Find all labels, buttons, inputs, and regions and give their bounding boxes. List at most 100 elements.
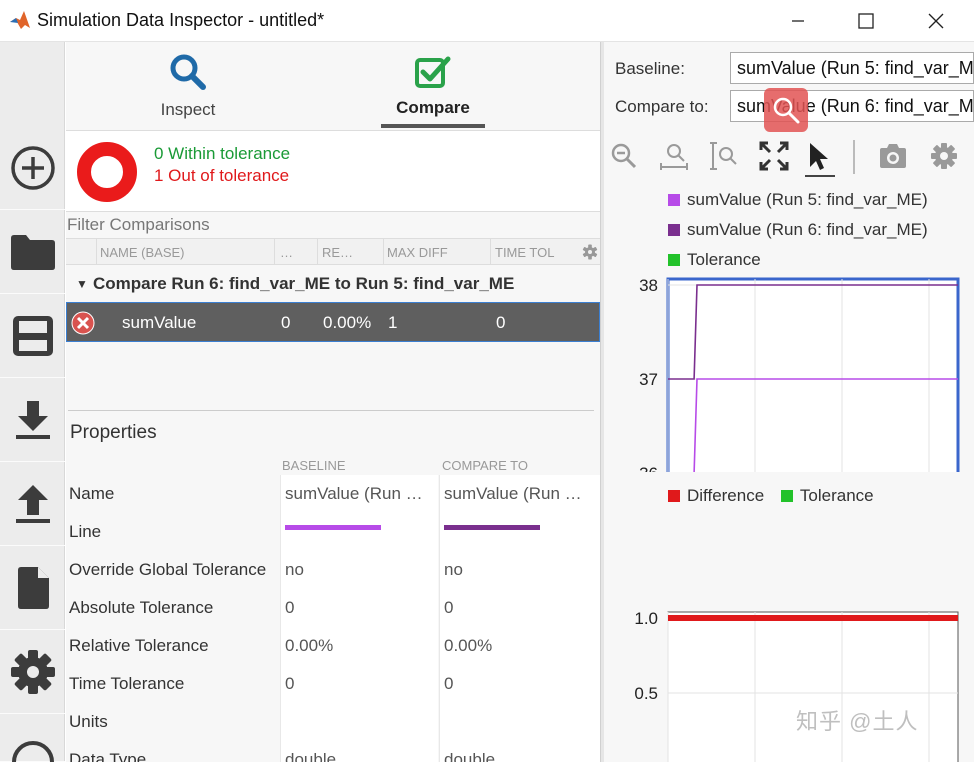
baseline-label: Baseline:	[615, 59, 685, 78]
comparison-pane: Inspect Compare 0 Within tolerance 1 Out…	[66, 42, 600, 762]
legend-swatch	[668, 254, 680, 266]
add-icon	[10, 145, 55, 190]
status-ring-icon	[77, 142, 137, 202]
y-tick-label: 36	[639, 464, 658, 472]
zoom-y-button[interactable]	[708, 140, 740, 172]
sidebar-item-import[interactable]	[0, 378, 65, 462]
property-baseline-value[interactable]: no	[280, 551, 438, 589]
y-tick-label: 1.0	[634, 609, 658, 628]
legend-label: Tolerance	[687, 250, 761, 269]
baseline-line-swatch	[285, 525, 381, 530]
property-label: Data Type	[69, 750, 147, 762]
legend-item[interactable]: Tolerance	[668, 250, 761, 270]
save-icon	[12, 315, 53, 356]
filter-input[interactable]: Filter Comparisons	[66, 214, 600, 238]
zoom-x-icon	[660, 144, 688, 170]
property-compare-value[interactable]	[439, 703, 600, 741]
y-tick-label: 37	[639, 370, 658, 389]
close-icon	[928, 13, 944, 29]
property-baseline-value[interactable]: 0	[280, 665, 438, 703]
baseline-field[interactable]: sumValue (Run 5: find_var_ME)	[730, 52, 974, 84]
legend-item[interactable]: sumValue (Run 5: find_var_ME)	[668, 190, 928, 210]
property-row: Data Type double double	[66, 741, 600, 762]
property-row: Units	[66, 703, 600, 741]
tab-compare-label: Compare	[396, 98, 470, 117]
property-row: Time Tolerance 0 0	[66, 665, 600, 703]
fit-to-view-button[interactable]	[758, 140, 790, 172]
row-cell-extra: 0	[281, 313, 291, 332]
sidebar-item-save[interactable]	[0, 294, 65, 378]
legend-item[interactable]: sumValue (Run 6: find_var_ME)	[668, 220, 928, 240]
zoom-out-button[interactable]	[608, 140, 640, 172]
sidebar-item-help[interactable]	[0, 714, 65, 762]
y-tick-label: 0.5	[634, 684, 658, 703]
sidebar-item-export[interactable]	[0, 462, 65, 546]
comparison-group-label: Compare Run 6: find_var_ME to Run 5: fin…	[93, 274, 515, 293]
legend-label: sumValue (Run 6: find_var_ME)	[687, 220, 928, 239]
comparison-group[interactable]: ▼ Compare Run 6: find_var_ME to Run 5: f…	[66, 266, 600, 302]
row-max-diff: 1	[388, 313, 398, 332]
property-compare-value[interactable]: 0.00%	[439, 627, 600, 665]
column-time-tol[interactable]: TIME TOL	[495, 245, 554, 260]
property-compare-value[interactable]: no	[439, 551, 600, 589]
plot-settings-button[interactable]	[928, 140, 960, 172]
column-rel-tol[interactable]: RE…	[322, 245, 353, 260]
sidebar-item-new[interactable]	[0, 126, 65, 210]
minimize-button[interactable]	[768, 0, 828, 42]
table-row[interactable]: sumValue 0 0.00% 1 0	[66, 302, 600, 342]
legend-swatch	[668, 490, 680, 502]
sidebar	[0, 42, 65, 762]
properties-compare-header: COMPARE TO	[442, 458, 528, 473]
divider[interactable]	[68, 410, 594, 411]
fit-icon	[759, 141, 789, 171]
zoom-x-button[interactable]	[658, 140, 690, 172]
property-baseline-value[interactable]	[280, 703, 438, 741]
column-max-diff[interactable]: MAX DIFF	[387, 245, 448, 260]
within-tolerance-count[interactable]: 0 Within tolerance	[154, 144, 290, 164]
plot-area	[667, 611, 959, 762]
sidebar-item-preferences[interactable]	[0, 630, 65, 714]
column-extra[interactable]: …	[280, 245, 293, 260]
comparison-summary: 0 Within tolerance 1 Out of tolerance	[66, 130, 600, 212]
out-of-tolerance-count[interactable]: 1 Out of tolerance	[154, 166, 289, 186]
plot-toolbar	[604, 134, 974, 180]
property-compare-value[interactable]: 0	[439, 589, 600, 627]
search-icon	[773, 97, 800, 124]
search-overlay-button[interactable]	[764, 88, 808, 132]
property-baseline-value[interactable]: 0.00%	[280, 627, 438, 665]
maximize-button[interactable]	[836, 0, 896, 42]
difference-plot[interactable]: 036900.51.0	[604, 556, 974, 762]
property-baseline-value: sumValue (Run …	[280, 475, 438, 513]
cursor-button[interactable]	[804, 140, 836, 178]
maximize-icon	[858, 13, 874, 29]
legend-label: sumValue (Run 5: find_var_ME)	[687, 190, 928, 209]
window-title: Simulation Data Inspector - untitled*	[37, 10, 325, 30]
column-name[interactable]: NAME (BASE)	[100, 245, 185, 260]
plot-pane: Baseline: sumValue (Run 5: find_var_ME) …	[604, 42, 974, 762]
tab-inspect[interactable]: Inspect	[138, 42, 238, 130]
property-row: Name sumValue (Run … sumValue (Run …	[66, 475, 600, 513]
legend-item[interactable]: Tolerance	[780, 486, 874, 505]
document-icon	[17, 566, 49, 609]
sidebar-item-open[interactable]	[0, 210, 65, 294]
property-compare-value: double	[439, 741, 600, 762]
signal-plot[interactable]: 0369363738	[604, 272, 974, 472]
property-compare-line[interactable]	[439, 513, 600, 551]
legend-item[interactable]: Difference	[668, 486, 764, 505]
watermark: 知乎 @土人	[796, 709, 919, 734]
column-settings-icon[interactable]	[582, 244, 598, 260]
tab-compare[interactable]: Compare	[381, 42, 485, 130]
camera-icon	[880, 144, 906, 168]
sidebar-item-report[interactable]	[0, 546, 65, 630]
error-icon	[71, 311, 95, 335]
toolbar-divider	[853, 140, 855, 174]
property-compare-value[interactable]: 0	[439, 665, 600, 703]
property-row: Line	[66, 513, 600, 551]
snapshot-button[interactable]	[877, 140, 909, 172]
legend-swatch	[668, 194, 680, 206]
cursor-icon	[805, 143, 835, 177]
property-baseline-line[interactable]	[280, 513, 438, 551]
property-baseline-value[interactable]: 0	[280, 589, 438, 627]
close-button[interactable]	[906, 0, 966, 42]
expand-triangle-icon[interactable]: ▼	[76, 266, 88, 302]
